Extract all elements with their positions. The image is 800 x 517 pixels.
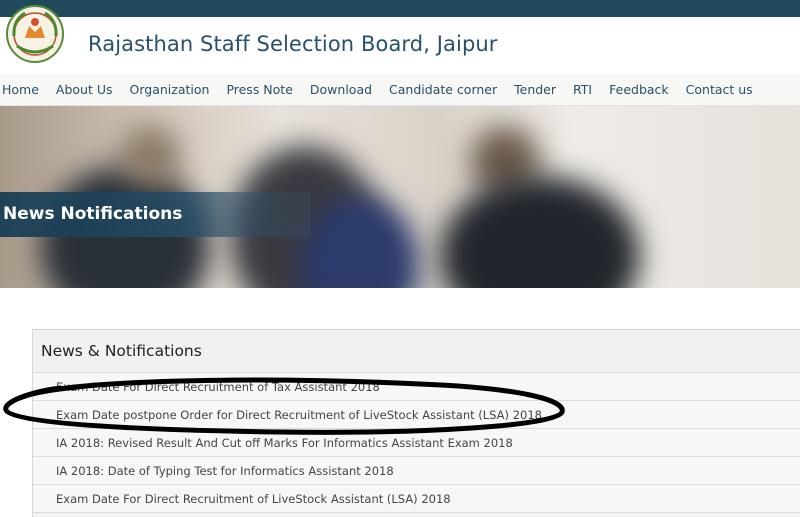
top-bar [0,0,800,17]
news-item-link[interactable]: Exam Date postpone Order for Direct Recr… [56,408,542,422]
news-panel-title: News & Notifications [41,342,202,360]
news-panel: News & Notifications Exam Date For Direc… [32,329,800,517]
nav-about-us[interactable]: About Us [56,82,113,97]
news-item-link[interactable]: IA 2018: Revised Result And Cut off Mark… [56,436,513,450]
news-item-link[interactable]: Exam Date For Direct Recruitment of Tax … [56,380,380,394]
news-item-link[interactable]: IA 2018: Date of Typing Test for Informa… [56,464,394,478]
main-nav: Home About Us Organization Press Note Do… [0,74,800,106]
news-panel-header: News & Notifications [33,330,800,373]
banner-image: News Notifications [0,106,800,288]
site-title: Rajasthan Staff Selection Board, Jaipur [88,32,498,56]
emblem-icon[interactable] [5,4,65,64]
nav-tender[interactable]: Tender [514,82,556,97]
site-header: Rajasthan Staff Selection Board, Jaipur [0,5,800,74]
nav-rti[interactable]: RTI [573,82,592,97]
news-item[interactable]: Exam Date For Direct Recruitment of Live… [33,485,800,513]
news-item[interactable]: IA 2018: Date of Typing Test for Informa… [33,457,800,485]
news-item-link[interactable]: Exam Date For Direct Recruitment of Live… [56,492,451,506]
news-item[interactable]: Exam Date For Direct Recruitment of Tax … [33,373,800,401]
banner-title: News Notifications [3,204,183,224]
banner-blur-shape [120,126,180,186]
nav-organization[interactable]: Organization [130,82,210,97]
banner-blur-shape [440,176,640,288]
nav-contact-us[interactable]: Contact us [686,82,753,97]
nav-home[interactable]: Home [2,82,39,97]
nav-press-note[interactable]: Press Note [226,82,292,97]
news-item[interactable]: IA 2018: Revised Result And Cut off Mark… [33,429,800,457]
nav-candidate-corner[interactable]: Candidate corner [389,82,497,97]
news-item[interactable]: Exam Date postpone Order for Direct Recr… [33,401,800,429]
nav-download[interactable]: Download [310,82,372,97]
nav-feedback[interactable]: Feedback [609,82,669,97]
